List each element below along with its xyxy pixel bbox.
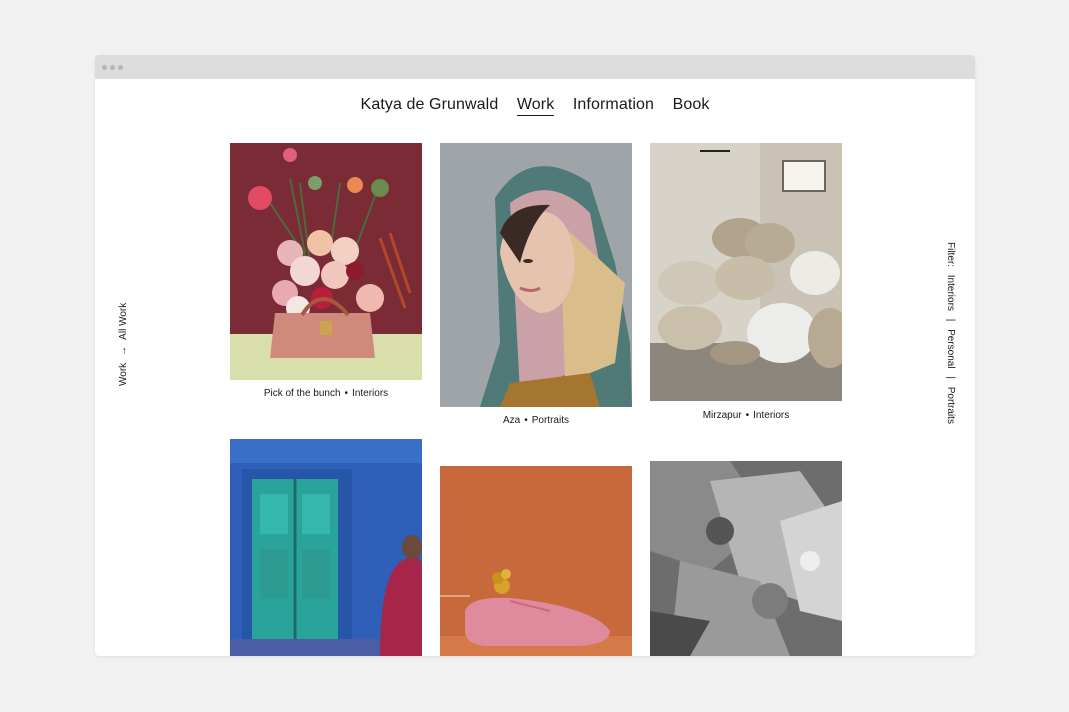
nav-link-book[interactable]: Book <box>673 96 710 114</box>
bullet-icon: • <box>524 415 528 426</box>
caption-title[interactable]: Pick of the bunch <box>264 388 341 399</box>
caption-category[interactable]: Portraits <box>532 415 569 426</box>
window-dot-icon[interactable] <box>118 65 123 70</box>
gallery-image-blue-door[interactable] <box>230 439 422 656</box>
gallery-caption: Mirzapur • Interiors <box>650 410 842 421</box>
bullet-icon: • <box>344 388 349 399</box>
caption-category[interactable]: Interiors <box>753 410 789 421</box>
page-viewport: Katya de Grunwald Work Information Book … <box>95 79 975 656</box>
nav-link-work[interactable]: Work <box>516 96 555 116</box>
filter-bar: Filter: Interiors | Personal | Portraits <box>945 242 956 429</box>
filter-portraits[interactable]: Portraits <box>945 387 956 424</box>
filter-separator: | <box>945 318 956 322</box>
arrow-right-icon: → <box>118 346 129 357</box>
gallery-caption: Pick of the bunch • Interiors <box>230 388 422 399</box>
caption-title[interactable]: Aza <box>503 415 520 426</box>
filter-label: Filter: <box>945 242 956 267</box>
browser-titlebar <box>95 55 975 79</box>
breadcrumb-current: All Work <box>118 302 129 340</box>
caption-category[interactable]: Interiors <box>352 388 388 399</box>
filter-interiors[interactable]: Interiors <box>945 275 956 311</box>
gallery-image-mirzapur[interactable] <box>650 143 842 401</box>
filter-separator: | <box>945 376 956 379</box>
caption-title[interactable]: Mirzapur <box>703 410 742 421</box>
window-dot-icon[interactable] <box>110 65 115 70</box>
gallery-caption: Aza • Portraits <box>440 415 632 426</box>
nav-link-information[interactable]: Information <box>573 96 654 114</box>
breadcrumb-work-link[interactable]: Work <box>118 363 129 386</box>
filter-personal[interactable]: Personal <box>945 329 956 368</box>
bullet-icon: • <box>745 410 750 421</box>
window-dot-icon[interactable] <box>102 65 107 70</box>
gallery-image-aza[interactable] <box>440 143 632 407</box>
gallery-image-pink-shoe[interactable] <box>440 466 632 656</box>
site-title-link[interactable]: Katya de Grunwald <box>361 96 499 114</box>
browser-window: Katya de Grunwald Work Information Book … <box>95 55 975 656</box>
main-nav: Katya de Grunwald Work Information Book <box>95 96 975 116</box>
gallery-image-stone-carving[interactable] <box>650 461 842 656</box>
breadcrumb: Work → All Work <box>118 299 129 386</box>
gallery-image-pick-of-the-bunch[interactable] <box>230 143 422 380</box>
